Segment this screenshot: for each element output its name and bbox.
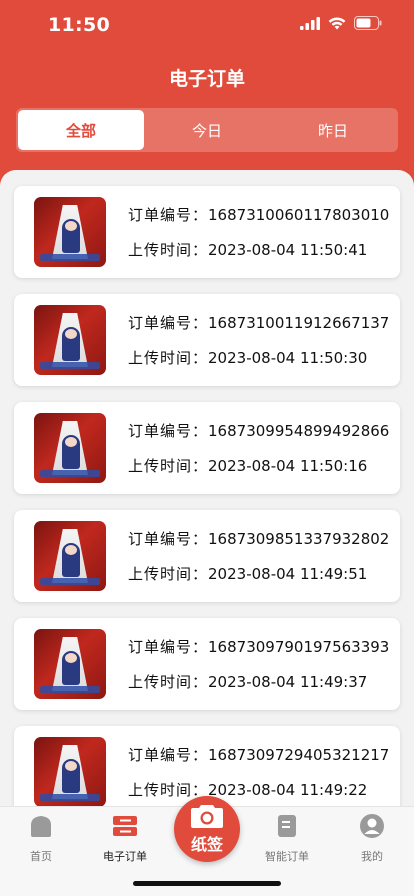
upload-time: 2023-08-04 11:49:51 <box>208 565 368 583</box>
order-number-label: 订单编号： <box>128 638 209 656</box>
header: 11:50 电子订单 全部 今日 昨日 <box>0 0 414 186</box>
tabbar-mine-label: 我的 <box>361 850 383 863</box>
order-thumbnail <box>34 197 106 267</box>
order-number-row: 订单编号：1687310011912667137 <box>128 312 389 333</box>
order-number: 1687310011912667137 <box>208 314 390 332</box>
order-number-label: 订单编号： <box>128 746 209 764</box>
order-thumbnail <box>34 521 106 591</box>
upload-time-row: 上传时间：2023-08-04 11:50:41 <box>128 239 389 260</box>
camera-icon <box>191 805 223 828</box>
tabbar-home[interactable]: 首页 <box>6 813 76 864</box>
filter-tabs: 全部 今日 昨日 <box>16 108 398 152</box>
upload-time-row: 上传时间：2023-08-04 11:50:16 <box>128 455 389 476</box>
order-info: 订单编号：1687310060117803010 上传时间：2023-08-04… <box>128 204 389 260</box>
status-bar: 11:50 <box>0 0 414 50</box>
order-card[interactable]: 订单编号：1687310060117803010 上传时间：2023-08-04… <box>14 186 400 278</box>
order-list-container[interactable]: 订单编号：1687310060117803010 上传时间：2023-08-04… <box>0 170 414 810</box>
upload-time-label: 上传时间： <box>128 565 209 583</box>
order-number: 1687310060117803010 <box>208 206 390 224</box>
upload-time-row: 上传时间：2023-08-04 11:50:30 <box>128 347 389 368</box>
upload-time-label: 上传时间： <box>128 457 209 475</box>
upload-time: 2023-08-04 11:49:22 <box>208 781 368 799</box>
order-info: 订单编号：1687309790197563393 上传时间：2023-08-04… <box>128 636 389 692</box>
camera-button-label: 纸签 <box>190 835 223 854</box>
order-info: 订单编号：1687309729405321217 上传时间：2023-08-04… <box>128 744 389 800</box>
order-number: 1687309851337932802 <box>208 530 390 548</box>
signal-icon <box>300 16 320 30</box>
tab-today[interactable]: 今日 <box>144 110 270 150</box>
order-number-row: 订单编号：1687309729405321217 <box>128 744 389 765</box>
order-thumbnail <box>34 629 106 699</box>
upload-time: 2023-08-04 11:50:41 <box>208 241 368 259</box>
order-card[interactable]: 订单编号：1687310011912667137 上传时间：2023-08-04… <box>14 294 400 386</box>
status-time: 11:50 <box>48 14 110 36</box>
order-info: 订单编号：1687309851337932802 上传时间：2023-08-04… <box>128 528 389 584</box>
tabbar-mine[interactable]: 我的 <box>337 813 407 864</box>
order-thumbnail <box>34 305 106 375</box>
tabbar-home-label: 首页 <box>30 850 52 863</box>
upload-time-label: 上传时间： <box>128 349 209 367</box>
tab-all[interactable]: 全部 <box>18 110 144 150</box>
order-number: 1687309729405321217 <box>208 746 390 764</box>
home-icon <box>31 816 51 837</box>
home-indicator <box>133 881 281 886</box>
order-number-row: 订单编号：1687309790197563393 <box>128 636 389 657</box>
tabbar-orders[interactable]: 电子订单 <box>90 813 160 864</box>
upload-time: 2023-08-04 11:50:16 <box>208 457 368 475</box>
order-number-label: 订单编号： <box>128 314 209 332</box>
status-icons <box>300 16 382 30</box>
upload-time-row: 上传时间：2023-08-04 11:49:37 <box>128 671 389 692</box>
order-number-label: 订单编号： <box>128 530 209 548</box>
order-number: 1687309790197563393 <box>208 638 390 656</box>
tabbar-smart-orders-label: 智能订单 <box>265 850 309 863</box>
upload-time: 2023-08-04 11:49:37 <box>208 673 368 691</box>
tabbar-smart-orders[interactable]: 智能订单 <box>252 813 322 864</box>
order-number-label: 订单编号： <box>128 206 209 224</box>
document-icon <box>278 815 296 837</box>
tab-yesterday[interactable]: 昨日 <box>270 110 396 150</box>
page-title: 电子订单 <box>168 68 245 90</box>
order-number-label: 订单编号： <box>128 422 209 440</box>
order-card[interactable]: 订单编号：1687309851337932802 上传时间：2023-08-04… <box>14 510 400 602</box>
order-number-row: 订单编号：1687309954899492866 <box>128 420 389 441</box>
tabbar-orders-label: 电子订单 <box>103 850 147 863</box>
order-number-row: 订单编号：1687309851337932802 <box>128 528 389 549</box>
battery-icon <box>354 16 382 30</box>
order-list: 订单编号：1687310060117803010 上传时间：2023-08-04… <box>0 170 414 810</box>
upload-time-row: 上传时间：2023-08-04 11:49:51 <box>128 563 389 584</box>
camera-button[interactable]: 纸签 <box>174 796 240 862</box>
order-card[interactable]: 订单编号：1687309954899492866 上传时间：2023-08-04… <box>14 402 400 494</box>
order-thumbnail <box>34 413 106 483</box>
upload-time-label: 上传时间： <box>128 781 209 799</box>
orders-icon <box>113 816 137 836</box>
order-info: 订单编号：1687309954899492866 上传时间：2023-08-04… <box>128 420 389 476</box>
order-info: 订单编号：1687310011912667137 上传时间：2023-08-04… <box>128 312 389 368</box>
order-number: 1687309954899492866 <box>208 422 390 440</box>
upload-time-label: 上传时间： <box>128 673 209 691</box>
upload-time-label: 上传时间： <box>128 241 209 259</box>
upload-time-row: 上传时间：2023-08-04 11:49:22 <box>128 779 389 800</box>
order-number-row: 订单编号：1687310060117803010 <box>128 204 389 225</box>
wifi-icon <box>328 16 346 29</box>
user-icon <box>360 814 384 838</box>
upload-time: 2023-08-04 11:50:30 <box>208 349 368 367</box>
order-thumbnail <box>34 737 106 807</box>
order-card[interactable]: 订单编号：1687309790197563393 上传时间：2023-08-04… <box>14 618 400 710</box>
